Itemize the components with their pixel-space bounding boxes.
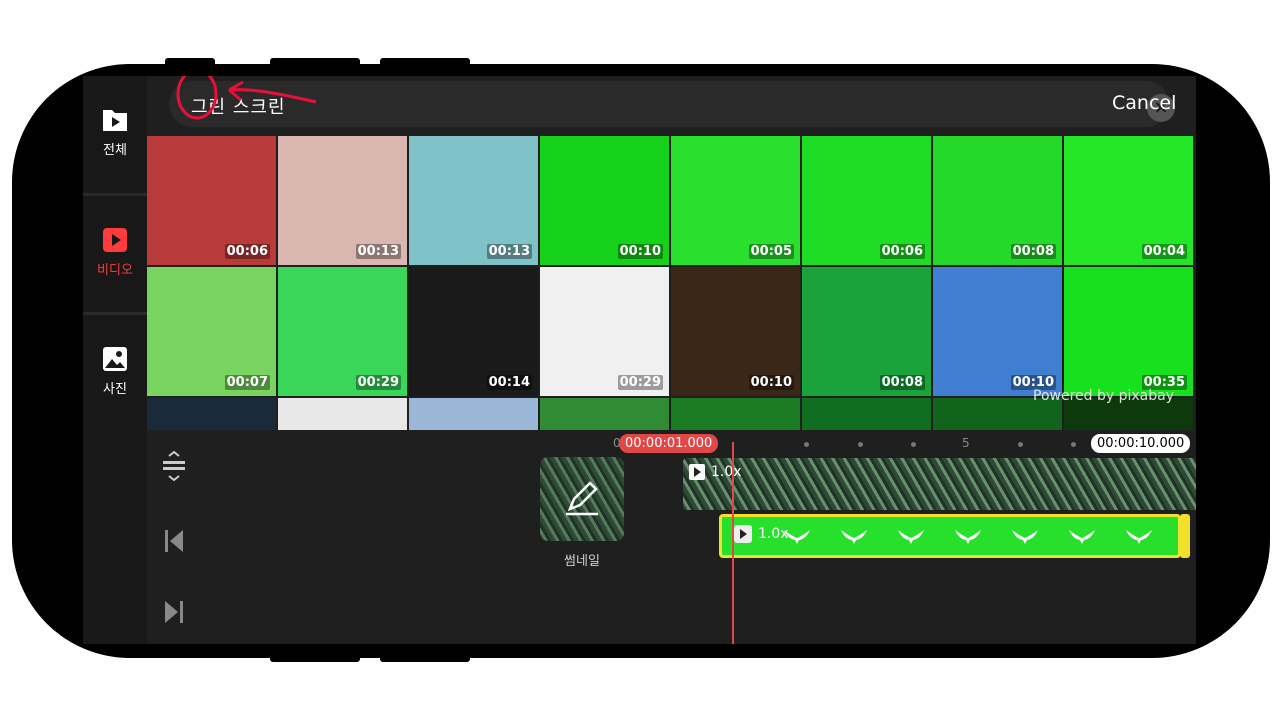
dove-icon: [955, 530, 981, 544]
media-thumbnail[interactable]: 00:14: [409, 267, 538, 396]
duration-badge: 00:04: [1141, 244, 1187, 259]
pencil-icon: [566, 481, 598, 516]
current-time-badge: 00:00:01.000: [619, 434, 719, 453]
media-thumbnail[interactable]: 00:07: [147, 267, 276, 396]
media-thumbnail[interactable]: 00:29: [278, 267, 407, 396]
playhead[interactable]: [732, 442, 734, 644]
phone-button: [270, 654, 360, 662]
play-icon: [689, 464, 705, 480]
end-time-badge: 00:00:10.000: [1091, 434, 1191, 453]
cancel-button[interactable]: Cancel: [1112, 92, 1176, 114]
duration-badge: 00:29: [617, 375, 663, 390]
media-thumbnail[interactable]: 00:05: [671, 136, 800, 265]
media-type-sidebar: 전체 비디오 사진: [83, 76, 147, 644]
overlay-clip-selected[interactable]: 1.0x: [719, 514, 1181, 558]
media-thumbnail[interactable]: [409, 398, 538, 430]
sidebar-item-all[interactable]: 전체: [83, 76, 147, 188]
media-thumbnail[interactable]: 00:10: [540, 136, 669, 265]
phone-button: [380, 654, 470, 662]
clip-trim-handle-right[interactable]: [1180, 514, 1190, 558]
clip-speed: 1.0x: [758, 526, 789, 542]
duration-badge: 00:13: [355, 244, 401, 259]
media-thumbnail[interactable]: 00:06: [147, 136, 276, 265]
dove-icon: [1126, 530, 1152, 544]
duration-badge: 00:08: [1010, 244, 1056, 259]
media-thumbnail[interactable]: 00:04: [1064, 136, 1193, 265]
media-thumbnail[interactable]: 00:10: [671, 267, 800, 396]
phone-button: [270, 58, 360, 66]
clip-info: 1.0x: [734, 525, 789, 543]
media-thumbnail[interactable]: 00:08: [802, 267, 931, 396]
video-icon: [103, 227, 127, 252]
phone-button: [380, 58, 470, 66]
duration-badge: 00:10: [617, 244, 663, 259]
media-thumbnail[interactable]: [540, 398, 669, 430]
duration-badge: 00:13: [486, 244, 532, 259]
media-thumbnail[interactable]: 00:06: [802, 136, 931, 265]
ruler-dot: [1018, 442, 1023, 447]
image-icon: [103, 346, 127, 371]
ruler-dot: [804, 442, 809, 447]
media-thumbnail[interactable]: 00:13: [278, 136, 407, 265]
thumbnail-button[interactable]: [540, 457, 624, 541]
folder-play-icon: [103, 109, 127, 131]
duration-badge: 00:29: [355, 375, 401, 390]
sidebar-item-video[interactable]: 비디오: [83, 196, 147, 308]
media-thumbnail[interactable]: [671, 398, 800, 430]
phone-button: [165, 58, 215, 66]
clip-speed: 1.0x: [711, 464, 742, 480]
duration-badge: 00:07: [224, 375, 270, 390]
dove-icon: [898, 530, 924, 544]
duration-badge: 00:06: [224, 244, 270, 259]
ruler-dot: [1071, 442, 1076, 447]
media-thumbnail[interactable]: [278, 398, 407, 430]
video-clip[interactable]: 1.0x: [683, 458, 1196, 510]
media-thumbnail[interactable]: [802, 398, 931, 430]
media-thumbnail[interactable]: 00:13: [409, 136, 538, 265]
sidebar-item-photo[interactable]: 사진: [83, 315, 147, 427]
app-screen: 전체 비디오 사진 그린 스크린 × Cancel 00:35 00:10 00…: [83, 76, 1196, 644]
duration-badge: 00:08: [879, 375, 925, 390]
skip-to-end-icon[interactable]: [159, 598, 189, 626]
sidebar-item-label: 사진: [103, 381, 127, 397]
sidebar-item-label: 전체: [103, 142, 127, 158]
duration-badge: 00:06: [879, 244, 925, 259]
timeline-panel: 썸네일 0 5 00:00:01.000 00:00:10.000 1.0x 1…: [147, 430, 1196, 644]
media-thumbnail[interactable]: [147, 398, 276, 430]
duration-badge: 00:14: [486, 375, 532, 390]
powered-by-label: Powered by pixabay: [1033, 388, 1174, 404]
duration-badge: 00:05: [748, 244, 794, 259]
dove-icon: [841, 530, 867, 544]
sidebar-item-label: 비디오: [97, 262, 133, 278]
dove-icon: [1069, 530, 1095, 544]
ruler-dot: [911, 442, 916, 447]
media-thumbnail[interactable]: 00:29: [540, 267, 669, 396]
media-thumbnail[interactable]: 00:35: [1064, 267, 1193, 396]
expand-collapse-icon[interactable]: [159, 450, 189, 482]
duration-badge: 00:10: [748, 375, 794, 390]
ruler-mark: 5: [962, 436, 970, 450]
results-grid: 00:35 00:10 00:08 00:10 00:29 00:14 00:29 00:07…: [147, 136, 1196, 430]
media-thumbnail[interactable]: 00:08: [933, 136, 1062, 265]
annotation-circle-icon: [176, 76, 317, 120]
dove-icon: [1012, 530, 1038, 544]
thumbnail-label: 썸네일: [564, 554, 600, 569]
media-thumbnail[interactable]: 00:10: [933, 267, 1062, 396]
ruler-dot: [858, 442, 863, 447]
skip-to-start-icon[interactable]: [159, 527, 189, 555]
play-icon: [734, 525, 752, 543]
